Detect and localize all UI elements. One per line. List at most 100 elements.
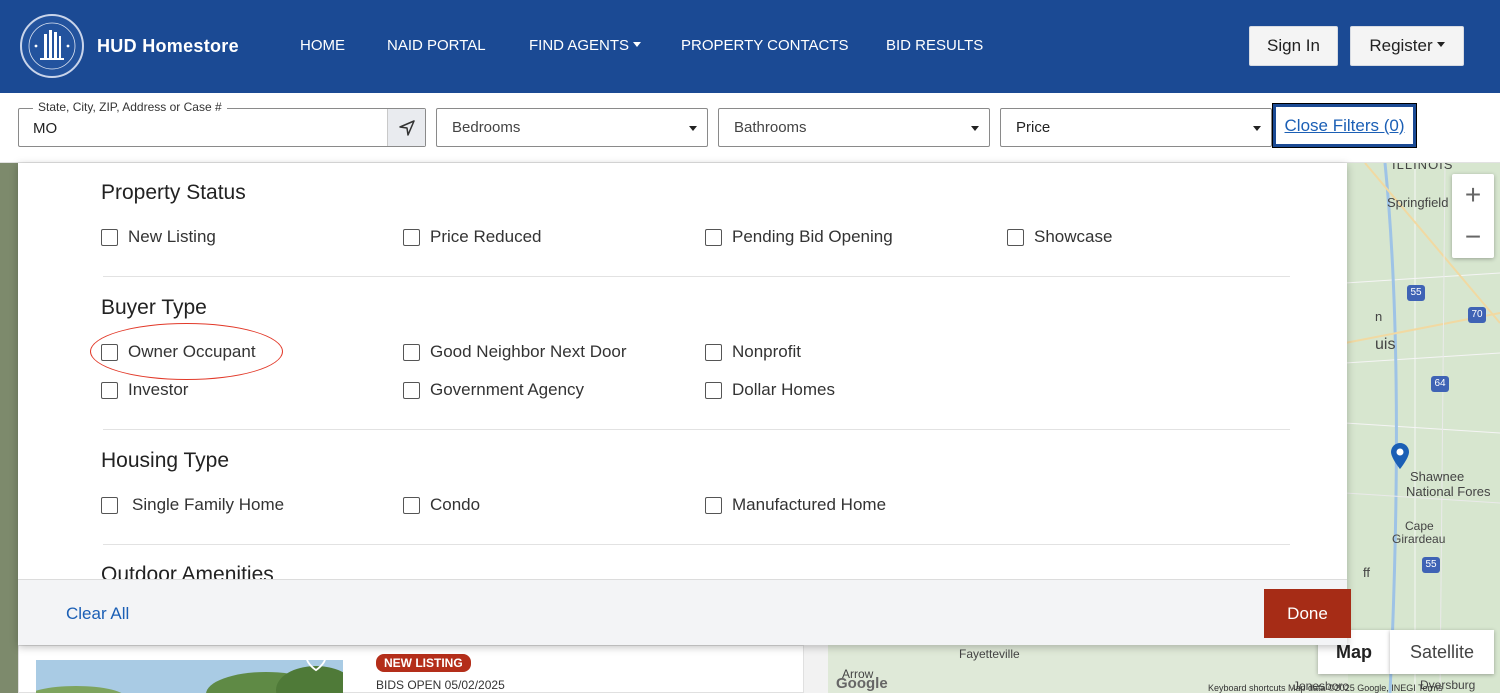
section-divider [103,544,1290,545]
map-label: Fayetteville [959,647,1020,661]
section-divider [103,276,1290,277]
map-label: Cape [1405,519,1434,533]
section-divider [103,429,1290,430]
search-value[interactable]: MO [33,120,57,137]
caret-down-icon [633,41,642,47]
listing-photo[interactable] [36,660,343,693]
checkbox-box[interactable] [705,496,722,514]
locate-button[interactable] [387,109,425,146]
chevron-down-icon [689,126,697,131]
location-arrow-icon [398,119,415,136]
map-label: Girardeau [1392,532,1446,546]
checkbox-label: Dollar Homes [732,380,835,399]
checkbox-box[interactable] [705,228,722,246]
price-select[interactable]: Price [1000,108,1272,147]
checkbox-label: Nonprofit [732,342,801,361]
highway-shield-icon: 55 [1422,557,1440,573]
checkbox-investor[interactable]: Investor [101,380,188,400]
background-edge [0,163,18,693]
map-label: uis [1375,336,1396,353]
checkbox-owner-occupant[interactable]: Owner Occupant [101,342,256,362]
clear-all-button[interactable]: Clear All [66,604,129,624]
checkbox-condo[interactable]: Condo [403,495,480,515]
checkbox-label: Showcase [1034,227,1113,246]
sign-in-button[interactable]: Sign In [1249,26,1338,66]
close-filters-button[interactable]: Close Filters (0) [1272,103,1417,148]
checkbox-box[interactable] [705,343,722,361]
hud-seal-logo[interactable] [20,14,84,78]
map-label: ILLINOIS [1392,163,1454,172]
checkbox-box[interactable] [101,343,118,361]
bathrooms-select[interactable]: Bathrooms [718,108,990,147]
map-attribution[interactable]: Keyboard shortcuts Map data ©2025 Google… [1208,683,1443,693]
zoom-out-button[interactable]: − [1452,216,1494,258]
search-legend: State, City, ZIP, Address or Case # [33,100,227,114]
checkbox-label: Single Family Home [132,495,285,514]
checkbox-pending-bid-opening[interactable]: Pending Bid Opening [705,227,893,247]
nav-naid-portal[interactable]: NAID PORTAL [387,37,486,54]
section-title-outdoor-amenities: Outdoor Amenities [101,563,274,579]
map-label: Shawnee [1410,469,1465,484]
checkbox-box[interactable] [403,496,420,514]
section-title-housing-type: Housing Type [101,449,230,472]
map-type-satellite-button[interactable]: Satellite [1390,630,1494,674]
map-pin-icon[interactable] [1391,443,1409,469]
nav-bid-results[interactable]: BID RESULTS [886,37,983,54]
checkbox-dollar-homes[interactable]: Dollar Homes [705,380,835,400]
listing-photo-graphic [36,660,343,693]
highway-shield-icon: 55 [1407,285,1425,301]
register-button[interactable]: Register [1350,26,1464,66]
checkbox-box[interactable] [403,228,420,246]
caret-down-icon [1436,41,1445,47]
checkbox-nonprofit[interactable]: Nonprofit [705,342,801,362]
filters-panel-scroll[interactable]: Property Status New Listing Price Reduce… [18,163,1347,579]
listing-card[interactable]: NEW LISTING BIDS OPEN 05/02/2025 [18,645,804,693]
checkbox-price-reduced[interactable]: Price Reduced [403,227,542,247]
map-label: ff [1363,565,1370,580]
bids-open-date: BIDS OPEN 05/02/2025 [376,678,505,692]
chevron-down-icon [971,126,979,131]
map-label: n [1375,309,1383,324]
checkbox-box[interactable] [101,228,118,246]
zoom-in-button[interactable]: + [1452,174,1494,216]
checkbox-label: Condo [430,495,481,514]
checkbox-box[interactable] [705,381,722,399]
checkbox-single-family-home[interactable]: Single Family Home [101,495,284,515]
checkbox-box[interactable] [403,381,420,399]
checkbox-label: Owner Occupant [128,342,256,361]
heart-icon[interactable] [305,652,327,672]
map-label: National Fores [1406,484,1491,499]
checkbox-manufactured-home[interactable]: Manufactured Home [705,495,886,515]
section-title-buyer-type: Buyer Type [101,296,207,319]
checkbox-good-neighbor-next-door[interactable]: Good Neighbor Next Door [403,342,627,362]
checkbox-showcase[interactable]: Showcase [1007,227,1112,247]
checkbox-box[interactable] [101,496,118,514]
filters-panel-footer: Clear All Done [18,579,1351,645]
site-header: HUD Homestore HOME NAID PORTAL FIND AGEN… [0,0,1500,93]
bedrooms-select[interactable]: Bedrooms [436,108,708,147]
nav-find-agents[interactable]: FIND AGENTS [529,37,642,54]
bathrooms-value: Bathrooms [734,119,807,136]
bedrooms-value: Bedrooms [452,119,521,136]
checkbox-label: Investor [128,380,189,399]
filters-panel: Property Status New Listing Price Reduce… [18,163,1351,645]
price-value: Price [1016,119,1051,136]
done-button[interactable]: Done [1264,589,1351,638]
section-title-property-status: Property Status [101,181,246,204]
map-label: Springfield [1387,195,1449,210]
checkbox-government-agency[interactable]: Government Agency [403,380,584,400]
highway-shield-icon: 70 [1468,307,1486,323]
register-label: Register [1369,36,1433,55]
location-search-input[interactable]: State, City, ZIP, Address or Case # MO [18,100,426,147]
checkbox-new-listing[interactable]: New Listing [101,227,216,247]
checkbox-label: Price Reduced [430,227,542,246]
nav-home[interactable]: HOME [300,37,345,54]
hud-seal-icon [28,22,76,70]
nav-property-contacts[interactable]: PROPERTY CONTACTS [681,37,849,54]
checkbox-box[interactable] [101,381,118,399]
checkbox-box[interactable] [403,343,420,361]
filter-bar: State, City, ZIP, Address or Case # MO B… [0,93,1500,163]
chevron-down-icon [1253,126,1261,131]
checkbox-box[interactable] [1007,228,1024,246]
brand-title[interactable]: HUD Homestore [97,36,239,57]
